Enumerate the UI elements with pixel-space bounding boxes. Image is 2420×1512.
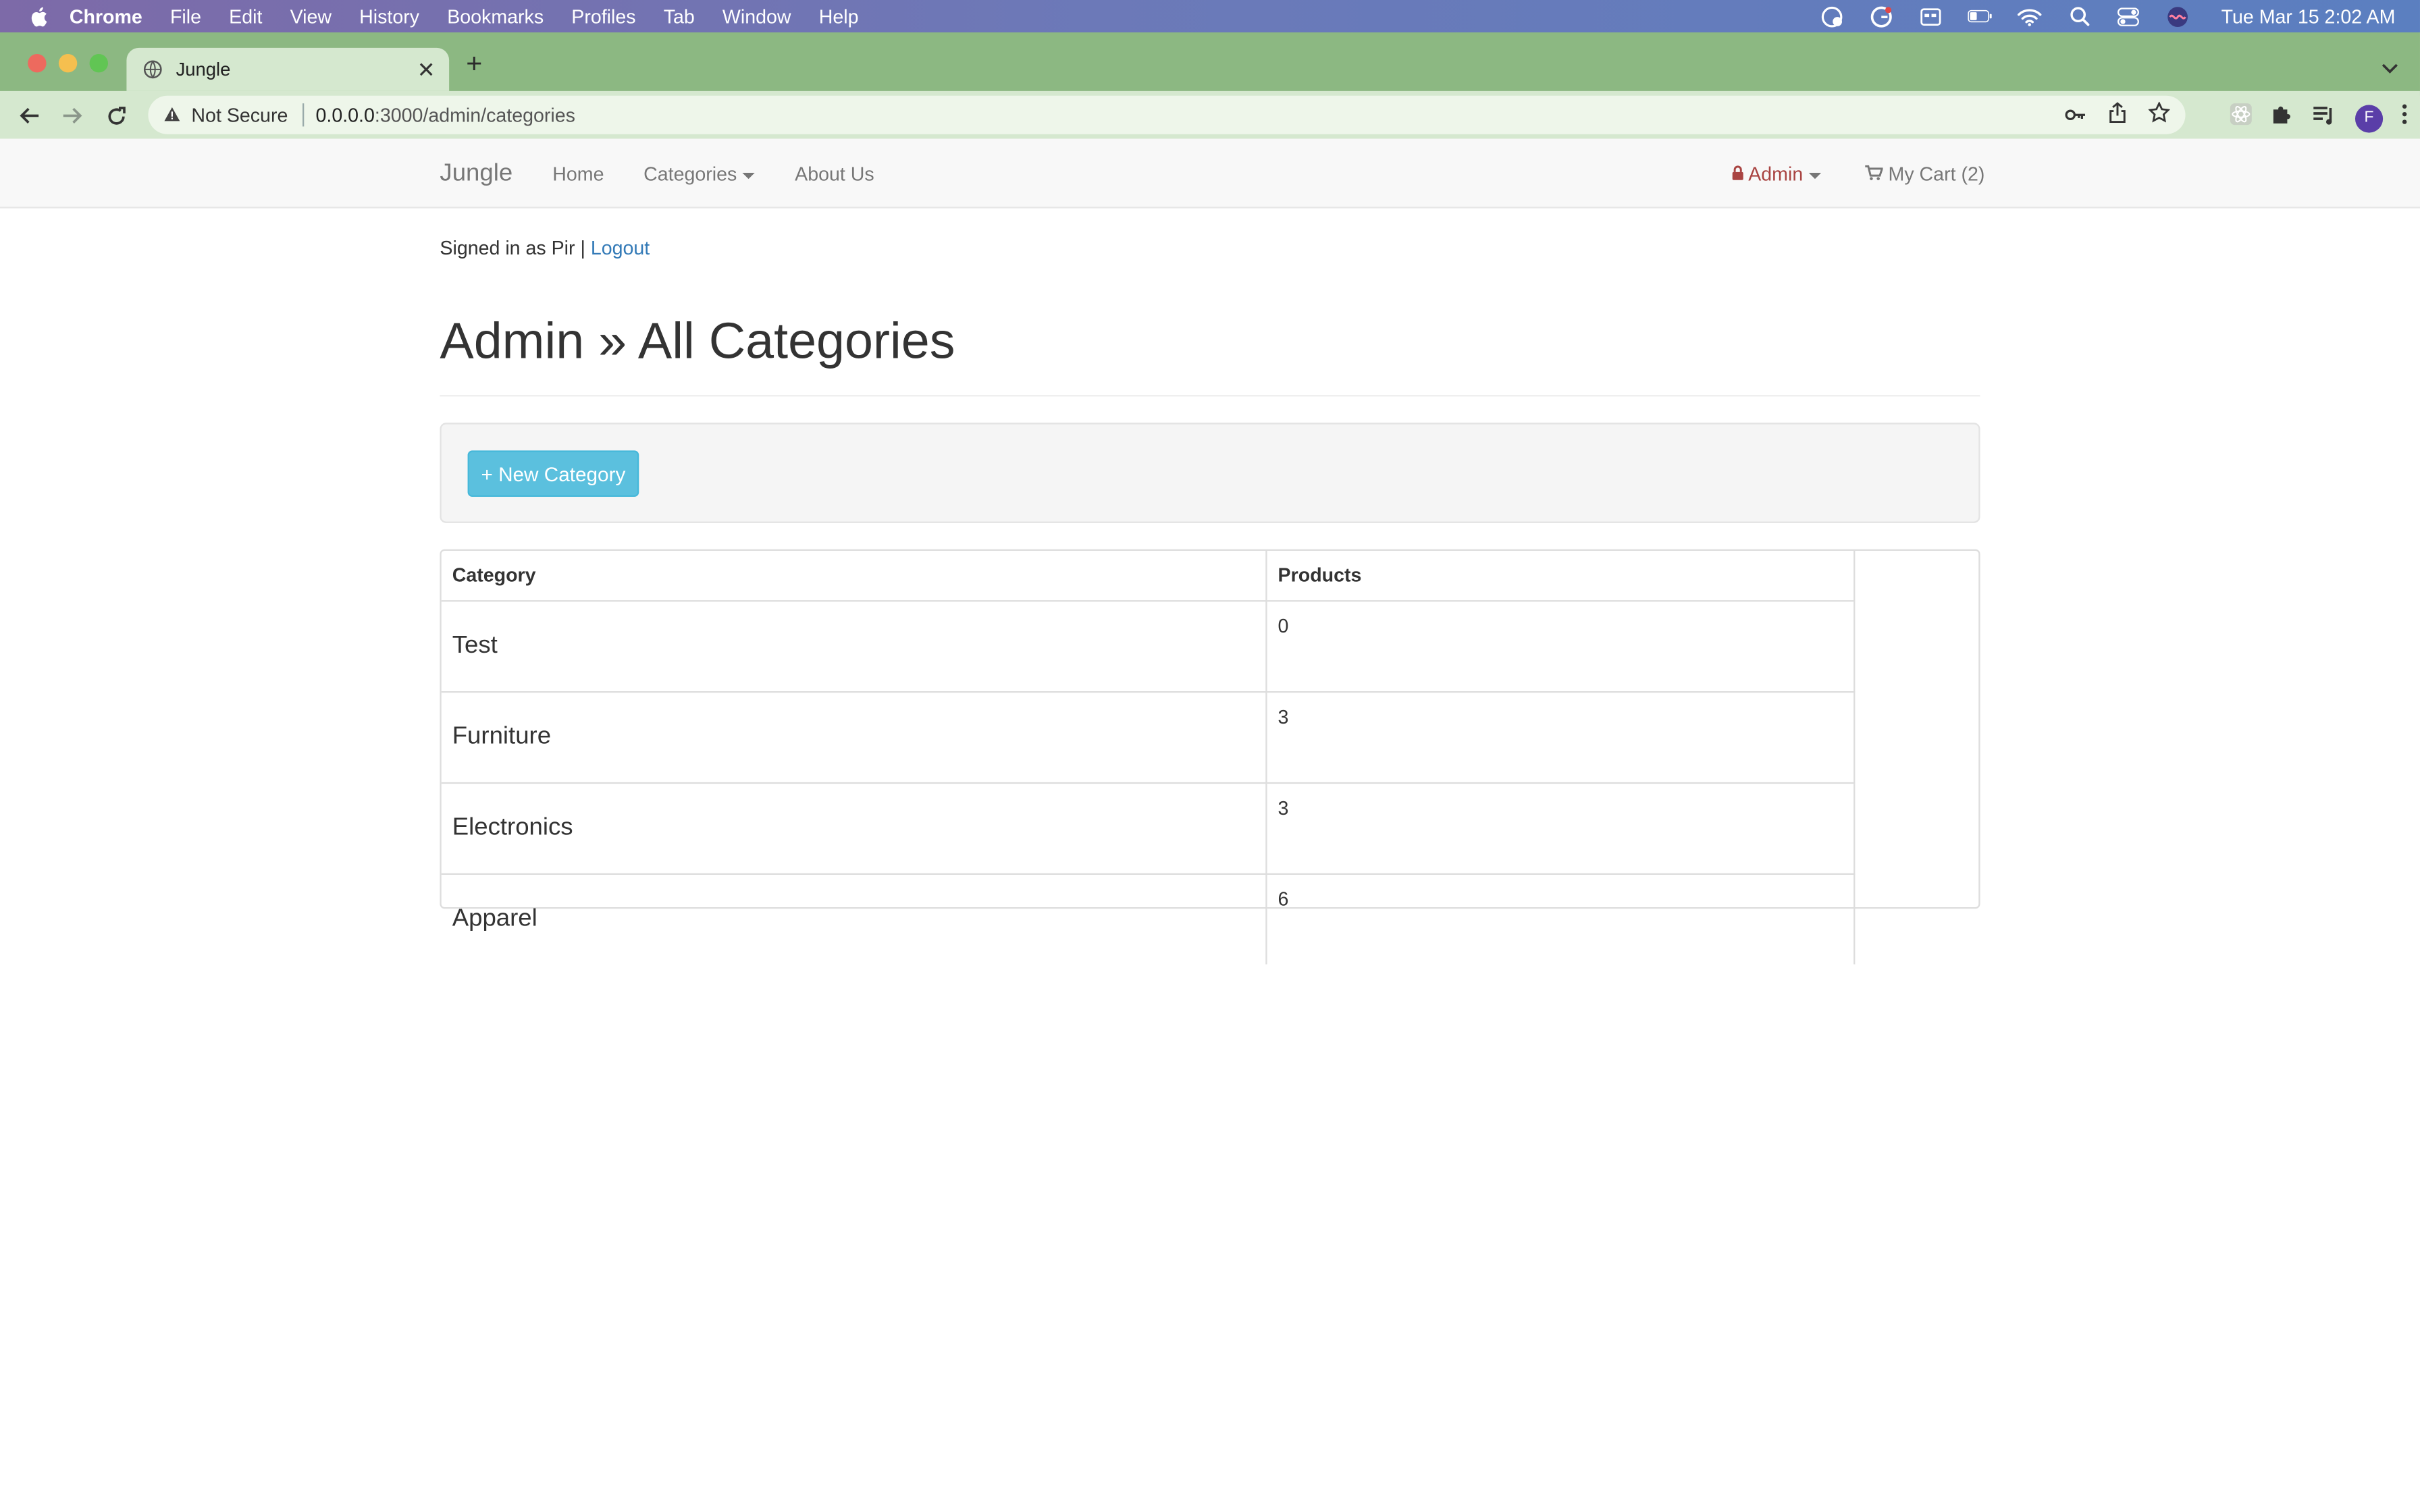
cloud-sync-icon[interactable] — [1820, 5, 1845, 27]
wifi-icon[interactable] — [2018, 5, 2043, 27]
menu-edit[interactable]: Edit — [229, 5, 262, 27]
category-name: Furniture — [441, 692, 1267, 784]
control-center-icon[interactable] — [2116, 5, 2141, 27]
siri-icon[interactable] — [2165, 5, 2190, 27]
menu-window[interactable]: Window — [722, 5, 791, 27]
minimize-window-button[interactable] — [58, 53, 78, 73]
address-divider — [301, 103, 304, 127]
chevron-down-icon[interactable] — [2382, 54, 2398, 82]
nav-categories-dropdown[interactable]: Categories — [643, 163, 756, 185]
nav-about[interactable]: About Us — [795, 163, 874, 185]
nav-cart[interactable]: My Cart (2) — [1864, 163, 1984, 185]
actions-well: + New Category — [440, 423, 1980, 523]
nav-admin-label: Admin — [1748, 163, 1804, 186]
screen-share-icon[interactable] — [1919, 5, 1944, 27]
security-label[interactable]: Not Secure — [191, 104, 288, 126]
table-row: Furniture 3 — [441, 692, 1856, 784]
menu-profiles[interactable]: Profiles — [571, 5, 635, 27]
tab-close-icon[interactable]: ✕ — [417, 57, 436, 84]
signed-in-status: Signed in as Pir | Logout — [440, 238, 650, 259]
browser-menu-icon[interactable] — [2402, 103, 2408, 132]
profile-avatar[interactable]: F — [2355, 104, 2384, 132]
share-icon[interactable] — [2108, 102, 2126, 128]
table-row: Electronics 3 — [441, 782, 1856, 875]
product-count: 3 — [1266, 782, 1856, 875]
battery-icon[interactable] — [1968, 5, 1993, 27]
warning-icon[interactable] — [163, 104, 180, 126]
category-name: Electronics — [441, 782, 1267, 875]
table-header-row: Category Products — [441, 550, 1856, 602]
nav-categories-label: Categories — [643, 163, 737, 186]
web-page: Jungle Home Categories About Us Admin My… — [0, 138, 2420, 1512]
tab-title: Jungle — [176, 58, 231, 80]
caret-down-icon — [1809, 172, 1822, 179]
title-divider — [440, 395, 1980, 397]
nav-cart-label: My Cart (2) — [1888, 163, 1985, 186]
categories-table-panel: Category Products Test 0 Furniture 3 Ele… — [440, 549, 1980, 965]
shopping-cart-icon — [1864, 163, 1884, 185]
page-title: Admin » All Categories — [440, 311, 955, 369]
browser-tab[interactable]: Jungle ✕ — [126, 47, 450, 91]
product-count: 0 — [1266, 601, 1856, 693]
forward-arrow-icon[interactable] — [60, 103, 85, 128]
menu-help[interactable]: Help — [819, 5, 859, 27]
apple-icon[interactable] — [29, 5, 47, 27]
caret-down-icon — [743, 172, 756, 179]
menu-file[interactable]: File — [170, 5, 201, 27]
grammarly-icon[interactable] — [1869, 5, 1894, 27]
key-icon[interactable] — [2065, 104, 2086, 126]
back-arrow-icon[interactable] — [17, 103, 42, 128]
menu-bookmarks[interactable]: Bookmarks — [447, 5, 544, 27]
url-host: 0.0.0.0 — [315, 104, 375, 126]
category-name: Apparel — [441, 873, 1267, 965]
browser-toolbar: Not Secure 0.0.0.0:3000/admin/categories — [0, 90, 2420, 139]
bookmark-star-icon[interactable] — [2148, 101, 2171, 128]
close-window-button[interactable] — [28, 53, 47, 73]
site-brand[interactable]: Jungle — [440, 161, 512, 188]
zoom-window-button[interactable] — [89, 53, 108, 73]
new-category-button[interactable]: + New Category — [467, 450, 639, 497]
column-header-products: Products — [1266, 550, 1856, 602]
nav-home[interactable]: Home — [552, 163, 604, 185]
url-path: :3000/admin/categories — [374, 104, 575, 126]
column-header-category: Category — [441, 550, 1267, 602]
browser-tab-strip: Jungle ✕ + — [0, 32, 2420, 96]
site-navbar: Jungle Home Categories About Us Admin My… — [0, 138, 2420, 209]
product-count: 3 — [1266, 692, 1856, 784]
table-row: Apparel 6 — [441, 873, 1856, 965]
menu-tab[interactable]: Tab — [664, 5, 695, 27]
new-tab-icon[interactable]: + — [466, 48, 482, 80]
spotlight-search-icon[interactable] — [2067, 5, 2092, 27]
menu-view[interactable]: View — [290, 5, 332, 27]
product-count: 6 — [1266, 873, 1856, 965]
menu-history[interactable]: History — [359, 5, 419, 27]
category-name: Test — [441, 601, 1267, 693]
reload-icon[interactable] — [103, 103, 128, 128]
address-bar[interactable]: Not Secure 0.0.0.0:3000/admin/categories — [148, 95, 2186, 134]
extensions-puzzle-icon[interactable] — [2272, 103, 2294, 132]
menubar-clock[interactable]: Tue Mar 15 2:02 AM — [2221, 5, 2396, 27]
categories-table: Category Products Test 0 Furniture 3 Ele… — [441, 550, 1856, 965]
window-controls — [28, 53, 108, 73]
nav-admin-dropdown[interactable]: Admin — [1732, 163, 1822, 185]
globe-icon — [143, 60, 162, 79]
lock-icon — [1732, 163, 1744, 185]
logout-link[interactable]: Logout — [591, 238, 650, 259]
media-queue-icon[interactable] — [2312, 104, 2337, 132]
table-row: Test 0 — [441, 601, 1856, 693]
macos-menubar: Chrome File Edit View History Bookmarks … — [0, 0, 2420, 32]
menu-app-name[interactable]: Chrome — [70, 5, 142, 27]
react-devtools-icon[interactable] — [2229, 102, 2254, 134]
signed-in-text: Signed in as Pir | — [440, 237, 591, 259]
